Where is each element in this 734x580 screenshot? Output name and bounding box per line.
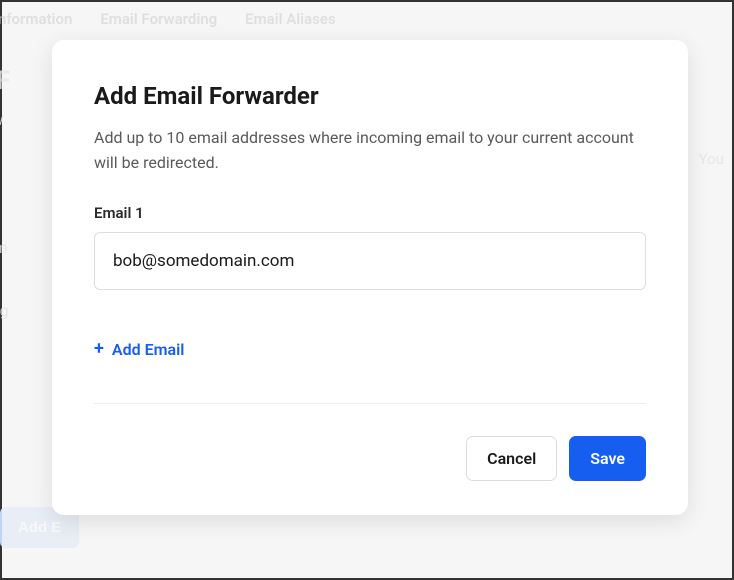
add-email-label: Add Email — [112, 340, 185, 359]
email-1-input[interactable] — [94, 232, 646, 290]
modal-divider — [94, 403, 646, 404]
modal-description: Add up to 10 email addresses where incom… — [94, 126, 646, 176]
save-button[interactable]: Save — [569, 436, 646, 481]
plus-icon: + — [94, 340, 104, 358]
cancel-button[interactable]: Cancel — [466, 436, 557, 481]
add-email-button[interactable]: + Add Email — [94, 340, 184, 359]
add-email-forwarder-modal: Add Email Forwarder Add up to 10 email a… — [52, 40, 688, 515]
modal-actions: Cancel Save — [94, 436, 646, 481]
email-1-label: Email 1 — [94, 204, 646, 222]
modal-title: Add Email Forwarder — [94, 82, 646, 110]
